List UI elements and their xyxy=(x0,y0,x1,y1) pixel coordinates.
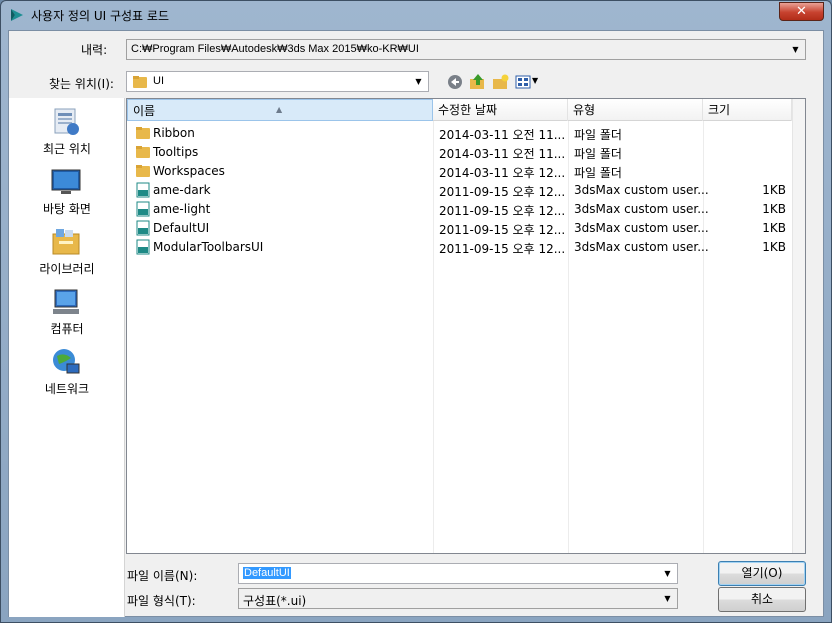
file-name: Ribbon xyxy=(153,126,195,140)
title-bar[interactable]: 사용자 정의 UI 구성표 로드 ✕ xyxy=(1,1,831,29)
folder-icon xyxy=(133,76,147,88)
filename-input[interactable]: DefaultUI xyxy=(243,567,291,579)
folder-icon xyxy=(136,165,150,177)
filetype-label: 파일 형식(T): xyxy=(127,594,196,608)
lookin-combo[interactable]: UI ▼ xyxy=(126,71,429,92)
view-menu-icon xyxy=(515,75,531,89)
file-size: 1KB xyxy=(762,183,786,197)
table-row[interactable]: Workspaces 2014-03-11 오후 12... 파일 폴더 xyxy=(127,162,792,181)
new-folder-icon[interactable] xyxy=(492,73,510,91)
filetype-value: 구성표(*.ui) xyxy=(243,594,307,608)
chevron-down-icon[interactable]: ▼ xyxy=(411,74,426,89)
folder-icon xyxy=(136,127,150,139)
view-menu-button[interactable]: ▼ xyxy=(515,73,543,91)
file-date: 2014-03-11 오후 12... xyxy=(439,166,566,180)
close-button[interactable]: ✕ xyxy=(779,2,824,21)
libraries-icon xyxy=(52,229,80,255)
chevron-down-icon: ▼ xyxy=(532,76,539,85)
history-value: C:₩Program Files₩Autodesk₩3ds Max 2015₩k… xyxy=(131,43,419,55)
file-type: 3dsMax custom user... xyxy=(574,221,709,235)
table-row[interactable]: ModularToolbarsUI 2011-09-15 오후 12... 3dsM… xyxy=(127,238,792,257)
place-network[interactable]: 네트워크 xyxy=(9,346,125,404)
chevron-down-icon[interactable]: ▼ xyxy=(788,42,803,57)
file-date: 2011-09-15 오후 12... xyxy=(439,185,566,199)
table-row[interactable]: Ribbon 2014-03-11 오전 11... 파일 폴더 xyxy=(127,124,792,143)
open-button[interactable]: 열기(O) xyxy=(718,561,806,586)
sort-arrow-icon: ▲ xyxy=(276,105,283,114)
file-date: 2014-03-11 오전 11... xyxy=(439,147,566,161)
table-row[interactable]: ame-light 2011-09-15 오후 12... 3dsMax custo… xyxy=(127,200,792,219)
ui-file-icon xyxy=(136,239,150,255)
file-size: 1KB xyxy=(762,221,786,235)
file-size: 1KB xyxy=(762,202,786,216)
place-label: 최근 위치 xyxy=(43,142,91,156)
places-bar: 최근 위치 바탕 화면 라이브러리 컴퓨터 네트워크 xyxy=(9,98,125,617)
desktop-icon xyxy=(51,169,81,194)
file-name: ame-light xyxy=(153,202,211,216)
column-header-type[interactable]: 유형 xyxy=(568,99,703,121)
window-title: 사용자 정의 UI 구성표 로드 xyxy=(31,9,169,23)
file-name: Tooltips xyxy=(153,145,199,159)
file-type: 3dsMax custom user... xyxy=(574,202,709,216)
ui-file-icon xyxy=(136,201,150,217)
dialog-client: 내력: C:₩Program Files₩Autodesk₩3ds Max 20… xyxy=(8,30,824,617)
file-type: 파일 폴더 xyxy=(574,166,622,180)
place-label: 네트워크 xyxy=(44,382,90,396)
file-date: 2011-09-15 오후 12... xyxy=(439,204,566,218)
file-date: 2014-03-11 오전 11... xyxy=(439,128,566,142)
place-label: 바탕 화면 xyxy=(43,202,91,216)
ui-file-icon xyxy=(136,182,150,198)
place-label: 컴퓨터 xyxy=(50,322,84,336)
table-row[interactable]: ame-dark 2011-09-15 오후 12... 3dsMax custom… xyxy=(127,181,792,200)
filename-label: 파일 이름(N): xyxy=(127,569,198,583)
recent-places-icon xyxy=(54,108,79,135)
lookin-label: 찾는 위치(I): xyxy=(49,77,114,91)
vertical-scrollbar[interactable] xyxy=(792,99,805,553)
up-folder-icon[interactable] xyxy=(469,73,487,91)
cancel-button[interactable]: 취소 xyxy=(718,587,806,612)
place-recent[interactable]: 최근 위치 xyxy=(9,106,125,164)
file-type: 3dsMax custom user... xyxy=(574,183,709,197)
file-type: 3dsMax custom user... xyxy=(574,240,709,254)
place-label: 라이브러리 xyxy=(39,262,95,276)
network-icon xyxy=(53,349,80,374)
3dsmax-app-icon xyxy=(11,9,23,21)
file-date: 2011-09-15 오후 12... xyxy=(439,242,566,256)
lookin-value: UI xyxy=(153,75,164,87)
folder-icon xyxy=(136,146,150,158)
file-name: DefaultUI xyxy=(153,221,210,235)
table-row[interactable]: Tooltips 2014-03-11 오전 11... 파일 폴더 xyxy=(127,143,792,162)
file-list[interactable]: 이름 ▲ 수정한 날짜 유형 크기 Ribbon 2014-03-11 오전 11… xyxy=(126,98,806,554)
list-header: 이름 ▲ 수정한 날짜 유형 크기 xyxy=(127,99,805,121)
file-type: 파일 폴더 xyxy=(574,128,622,142)
column-header-date[interactable]: 수정한 날짜 xyxy=(433,99,568,121)
file-name: ame-dark xyxy=(153,183,211,197)
file-name: Workspaces xyxy=(153,164,225,178)
filename-combo[interactable]: DefaultUI ▼ xyxy=(238,563,678,584)
dialog-window: 사용자 정의 UI 구성표 로드 ✕ 내력: C:₩Program Files₩… xyxy=(0,0,832,623)
file-type: 파일 폴더 xyxy=(574,147,622,161)
place-computer[interactable]: 컴퓨터 xyxy=(9,286,125,344)
column-header-name[interactable]: 이름 ▲ xyxy=(127,99,433,121)
history-combo[interactable]: C:₩Program Files₩Autodesk₩3ds Max 2015₩k… xyxy=(126,39,806,60)
back-icon[interactable] xyxy=(446,73,464,91)
place-desktop[interactable]: 바탕 화면 xyxy=(9,166,125,224)
file-size: 1KB xyxy=(762,240,786,254)
file-date: 2011-09-15 오후 12... xyxy=(439,223,566,237)
file-name: ModularToolbarsUI xyxy=(153,240,264,254)
chevron-down-icon[interactable]: ▼ xyxy=(660,591,675,606)
chevron-down-icon[interactable]: ▼ xyxy=(660,566,675,581)
column-header-size[interactable]: 크기 xyxy=(703,99,792,121)
history-label: 내력: xyxy=(81,43,108,57)
place-libraries[interactable]: 라이브러리 xyxy=(9,226,125,284)
table-row[interactable]: DefaultUI 2011-09-15 오후 12... 3dsMax custo… xyxy=(127,219,792,238)
filetype-select[interactable]: 구성표(*.ui) ▼ xyxy=(238,588,678,609)
ui-file-icon xyxy=(136,220,150,236)
computer-icon xyxy=(53,289,79,314)
